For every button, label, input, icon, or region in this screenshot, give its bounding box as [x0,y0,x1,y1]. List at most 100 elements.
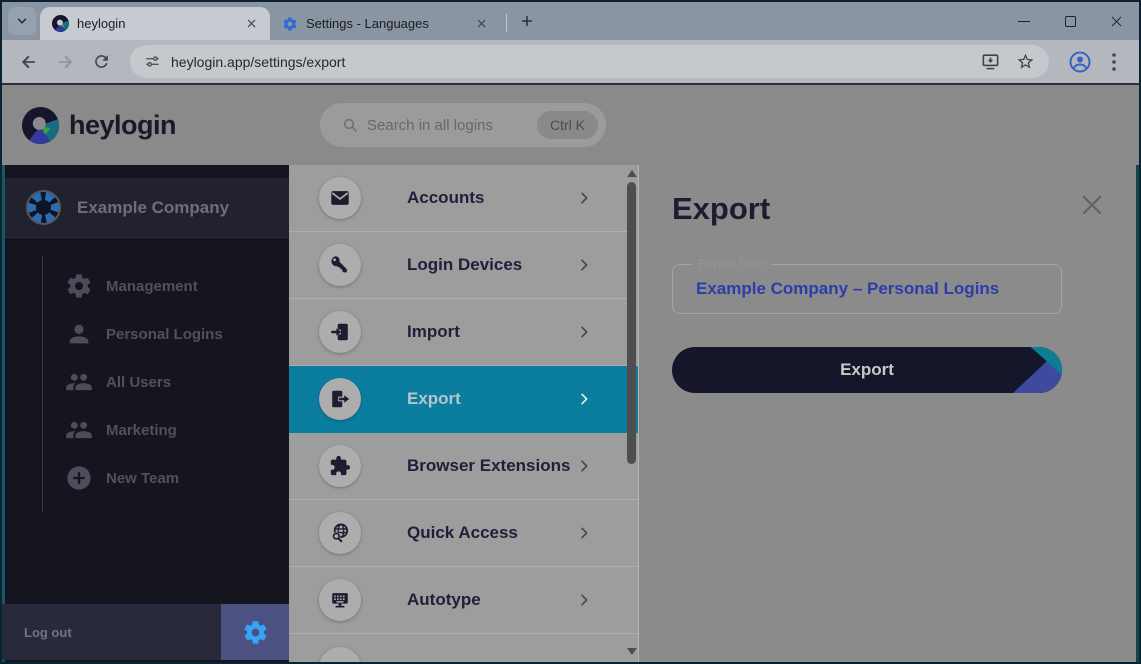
window-controls [1001,2,1139,40]
tab-title: Settings - Languages [306,16,429,31]
menu-item-label: Quick Access [407,523,518,542]
app-header: heylogin Search in all logins Ctrl K [2,85,1139,165]
company-name: Example Company [77,197,230,217]
file-import-icon [319,311,361,353]
sidebar-item-label: Marketing [106,421,177,439]
plus-icon [521,15,533,27]
search-icon [344,119,357,132]
panel-close-button[interactable] [1078,191,1106,219]
keyboard-icon [319,579,361,621]
mail-icon [319,177,361,219]
settings-gear-favicon [283,16,297,31]
url-text[interactable]: heylogin.app/settings/export [171,54,345,70]
sidebar-item-label: Management [106,277,198,295]
heylogin-app: heylogin Search in all logins Ctrl K Exa… [2,85,1139,662]
tab-close-icon[interactable] [472,15,490,33]
puzzle-icon [319,445,361,487]
back-button[interactable] [14,47,44,77]
scroll-up-arrow[interactable] [627,170,637,177]
menu-item-accounts[interactable]: Accounts [289,165,638,232]
browser-titlebar: heylogin Settings - Languages [2,2,1139,40]
sidebar-item-personal-logins[interactable]: Personal Logins [43,310,289,358]
menu-scrollbar[interactable] [626,165,637,662]
browser-menu-button[interactable] [1101,47,1127,77]
search-input[interactable]: Search in all logins Ctrl K [320,103,606,147]
chevron-right-icon [576,190,592,206]
sidebar-item-label: Personal Logins [106,325,223,343]
scroll-down-arrow[interactable] [627,648,637,655]
back-arrow-icon [21,55,35,68]
sidebar-item-marketing[interactable]: Marketing [43,406,289,454]
key-icon [319,244,361,286]
plus-circle-icon [67,466,91,490]
tab-close-icon[interactable] [242,15,260,33]
person-icon [69,324,89,344]
tab-heylogin[interactable]: heylogin [40,7,270,40]
minimize-icon [1018,20,1030,22]
sidebar: Example Company Management Personal Logi… [2,165,289,662]
maximize-icon [1064,15,1076,27]
sidebar-item-new-team[interactable]: New Team [43,454,289,502]
menu-item-quick-access[interactable]: Quick Access [289,500,638,567]
menu-item-label: Export [407,389,461,408]
button-decor-teal [1030,347,1062,375]
tab-title: heylogin [77,16,126,31]
export-from-label: Export from [692,256,772,271]
close-icon [1082,195,1102,215]
menu-item-partial[interactable] [289,634,638,662]
panel-title: Export [672,191,771,226]
new-tab-button[interactable] [513,7,541,35]
tab-settings-languages[interactable]: Settings - Languages [270,7,500,40]
browser-window: heylogin Settings - Languages heylogin.a… [0,0,1141,664]
install-app-icon[interactable] [981,52,1000,71]
logout-label: Log out [24,624,72,640]
address-bar[interactable]: heylogin.app/settings/export [130,45,1049,78]
maximize-button[interactable] [1047,2,1093,40]
menu-item-login-devices[interactable]: Login Devices [289,232,638,299]
minimize-button[interactable] [1001,2,1047,40]
window-edge-accent [2,165,5,662]
logout-button[interactable]: Log out [2,604,221,660]
close-icon [1111,16,1121,26]
file-export-icon [319,378,361,420]
sidebar-item-management[interactable]: Management [43,262,289,310]
sidebar-company-header[interactable]: Example Company [2,178,289,238]
profile-button[interactable] [1065,47,1095,77]
menu-item-export[interactable]: Export [289,366,638,433]
people-icon [66,421,92,439]
brand: heylogin [22,106,177,144]
sidebar-item-label: All Users [106,373,172,391]
heylogin-favicon [52,15,69,32]
forward-arrow-icon [59,55,73,68]
chevron-right-icon [576,592,592,608]
search-shortcut-badge: Ctrl K [537,111,598,139]
chevron-right-icon [576,257,592,273]
button-decor-indigo [1013,347,1062,393]
profile-avatar-icon [1069,51,1091,72]
gear-icon [67,274,91,298]
export-button[interactable]: Export [672,347,1062,393]
dots-vertical-icon [1112,52,1116,71]
brand-name: heylogin [69,109,177,140]
settings-button[interactable] [221,604,289,660]
reload-button[interactable] [86,47,116,77]
site-info-tune-icon[interactable] [144,53,161,70]
menu-item-autotype[interactable]: Autotype [289,567,638,634]
menu-item-label: Login Devices [407,255,523,274]
gear-icon [244,620,266,644]
partial-icon [319,647,361,662]
bookmark-star-icon[interactable] [1016,52,1035,71]
menu-item-import[interactable]: Import [289,299,638,366]
reload-icon [94,55,108,68]
chevron-right-icon [576,324,592,340]
close-button[interactable] [1093,2,1139,40]
export-from-value[interactable]: Example Company – Personal Logins [696,279,999,299]
tab-search-button[interactable] [8,7,36,35]
export-from-select[interactable]: Export from Example Company – Personal L… [672,256,1062,314]
scrollbar-thumb[interactable] [627,182,636,464]
sidebar-item-all-users[interactable]: All Users [43,358,289,406]
people-icon [66,373,92,391]
menu-item-label: Autotype [407,590,481,609]
menu-item-browser-extensions[interactable]: Browser Extensions [289,433,638,500]
forward-button[interactable] [50,47,80,77]
